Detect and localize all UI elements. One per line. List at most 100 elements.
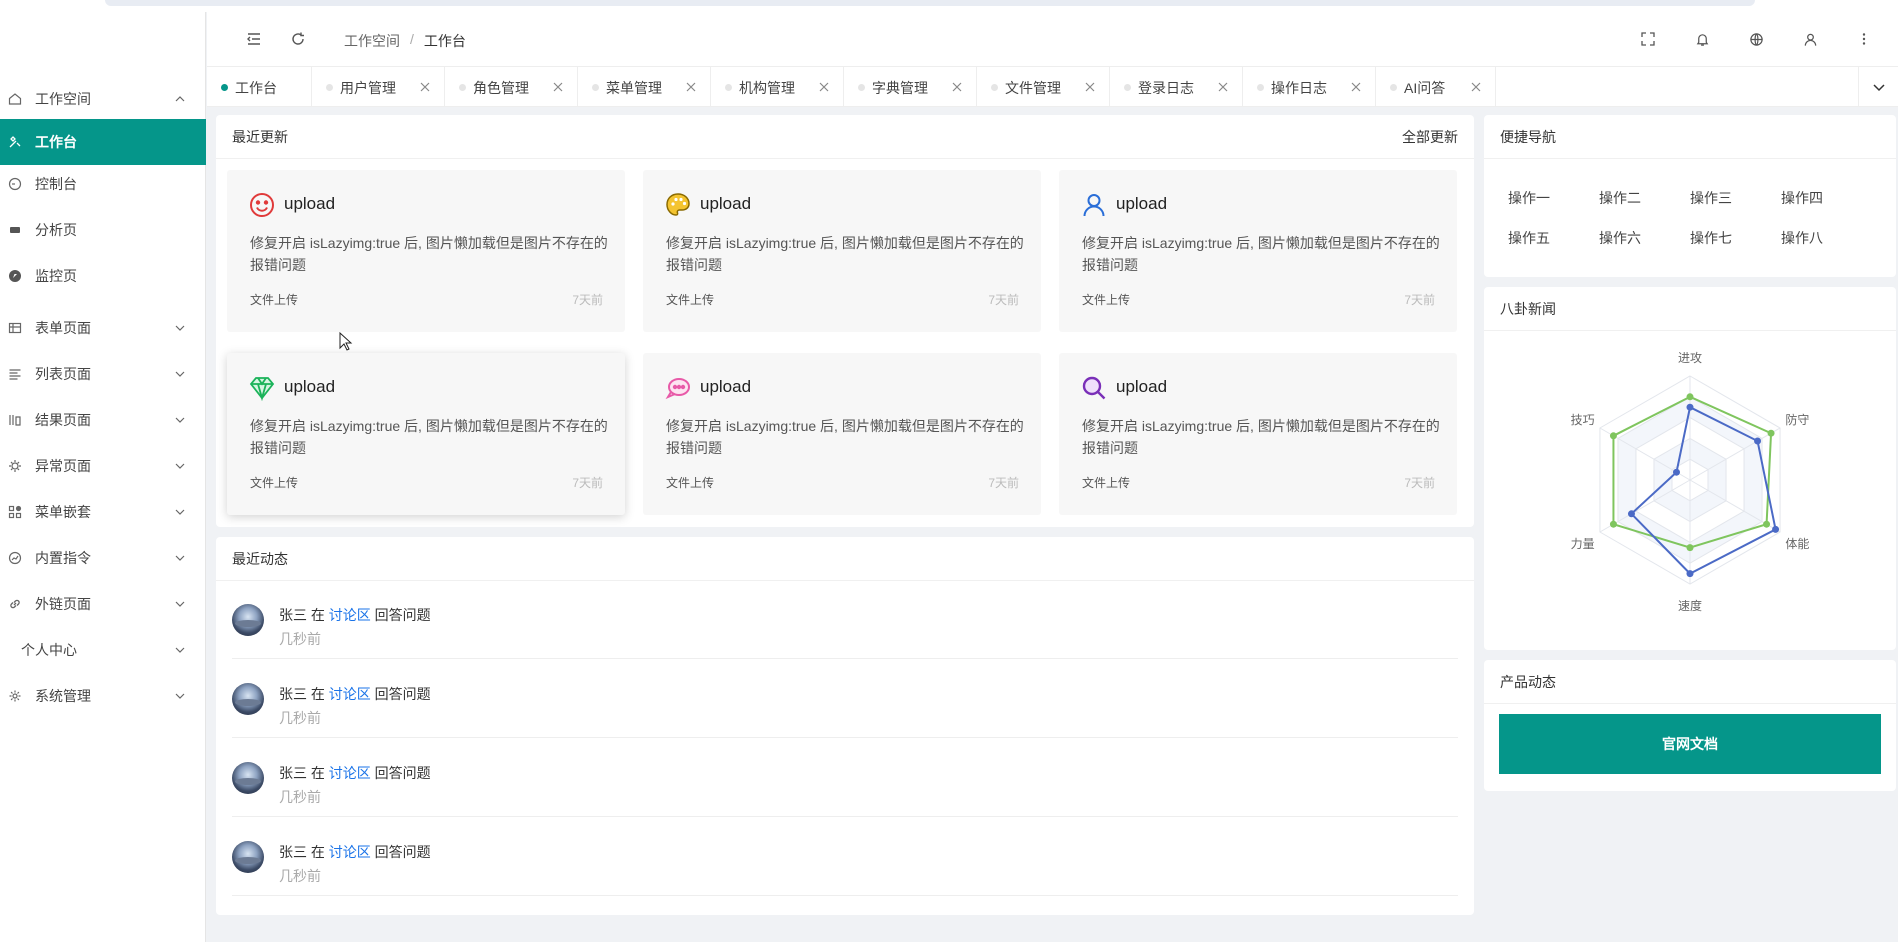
- update-card[interactable]: upload 修复开启 isLazyimg:true 后, 图片懒加载但是图片不存…: [1059, 170, 1457, 332]
- tab-6[interactable]: 文件管理: [977, 67, 1110, 107]
- radar-indicator-label: 力量: [1570, 537, 1595, 551]
- update-card[interactable]: upload 修复开启 isLazyimg:true 后, 图片懒加载但是图片不存…: [227, 170, 625, 332]
- sidebar-item-0[interactable]: 工作空间: [0, 80, 206, 118]
- update-title: upload: [284, 194, 336, 213]
- globe-icon[interactable]: [1744, 27, 1768, 51]
- close-icon[interactable]: [1350, 80, 1362, 92]
- sidebar-item-10[interactable]: 内置指令: [0, 539, 206, 577]
- activity-item: 张三 在 讨论区 回答问题 几秒前: [232, 817, 1458, 896]
- update-title: upload: [284, 377, 336, 396]
- tab-status-dot: [1390, 84, 1397, 91]
- close-icon[interactable]: [1470, 80, 1482, 92]
- radar-series-0-point: [1609, 520, 1617, 528]
- tab-status-dot: [592, 84, 599, 91]
- settings-icon: [8, 689, 22, 703]
- sidebar-item-7[interactable]: 结果页面: [0, 401, 206, 439]
- close-icon[interactable]: [818, 80, 830, 92]
- menu-fold-icon[interactable]: [242, 27, 266, 51]
- sidebar-item-1[interactable]: 工作台: [0, 119, 206, 165]
- diamond-icon: [249, 375, 275, 402]
- chevron-down-icon: [174, 414, 186, 426]
- discussion-link[interactable]: 讨论区: [329, 844, 371, 860]
- sidebar-item-2[interactable]: 控制台: [0, 165, 206, 203]
- sidebar-item-4[interactable]: 监控页: [0, 257, 206, 295]
- update-group: 文件上传: [666, 293, 715, 307]
- tab-4[interactable]: 机构管理: [711, 67, 844, 107]
- quick-nav-item[interactable]: 操作一: [1508, 188, 1550, 208]
- form-icon: [8, 321, 22, 335]
- card-divider: [1484, 703, 1896, 704]
- tab-8[interactable]: 操作日志: [1243, 67, 1376, 107]
- sidebar-item-6[interactable]: 列表页面: [0, 355, 206, 393]
- update-time: 7天前: [572, 293, 603, 307]
- user-profile-icon[interactable]: [1798, 27, 1822, 51]
- sidebar-item-3[interactable]: 分析页: [0, 211, 206, 249]
- quick-nav-item[interactable]: 操作六: [1599, 228, 1641, 248]
- bell-icon[interactable]: [1690, 27, 1714, 51]
- discussion-link[interactable]: 讨论区: [329, 607, 371, 623]
- activity-time: 几秒前: [279, 868, 321, 884]
- external-link-icon: [8, 597, 22, 611]
- avatar: [232, 604, 264, 636]
- sidebar-item-13[interactable]: 系统管理: [0, 677, 206, 715]
- update-time: 7天前: [988, 476, 1019, 490]
- close-icon[interactable]: [419, 80, 431, 92]
- radar-indicator-label: 技巧: [1570, 413, 1595, 427]
- sidebar-item-9[interactable]: 菜单嵌套: [0, 493, 206, 531]
- sidebar-item-12[interactable]: 个人中心: [0, 631, 206, 669]
- close-icon[interactable]: [552, 80, 564, 92]
- close-icon[interactable]: [685, 80, 697, 92]
- refresh-icon[interactable]: [286, 27, 310, 51]
- update-title: upload: [700, 377, 752, 396]
- activity-text: 张三 在 讨论区 回答问题: [279, 763, 431, 783]
- discussion-link[interactable]: 讨论区: [329, 686, 371, 702]
- quick-nav-item[interactable]: 操作八: [1781, 228, 1823, 248]
- chevron-down-icon: [174, 506, 186, 518]
- all-updates-link[interactable]: 全部更新: [1402, 127, 1458, 147]
- avatar: [232, 841, 264, 873]
- product-news-card: 产品动态 官网文档: [1484, 660, 1896, 791]
- chevron-down-icon: [174, 460, 186, 472]
- tab-dropdown-icon[interactable]: [1858, 67, 1898, 107]
- close-icon[interactable]: [1084, 80, 1096, 92]
- radar-indicator-label: 防守: [1785, 413, 1810, 427]
- sidebar-item-11[interactable]: 外链页面: [0, 585, 206, 623]
- tab-3[interactable]: 菜单管理: [578, 67, 711, 107]
- tab-7[interactable]: 登录日志: [1110, 67, 1243, 107]
- close-icon[interactable]: [951, 80, 963, 92]
- more-vertical-icon[interactable]: [1852, 27, 1876, 51]
- quick-nav-item[interactable]: 操作四: [1781, 188, 1823, 208]
- update-card[interactable]: upload 修复开启 isLazyimg:true 后, 图片懒加载但是图片不存…: [643, 353, 1041, 515]
- update-group: 文件上传: [666, 476, 715, 490]
- breadcrumb-item-workspace[interactable]: 工作空间: [344, 31, 400, 51]
- tab-2[interactable]: 角色管理: [445, 67, 578, 107]
- quick-nav-item[interactable]: 操作三: [1690, 188, 1732, 208]
- quick-nav-card: 便捷导航 操作一 操作二 操作三 操作四 操作五 操作六 操作七 操作八: [1484, 115, 1896, 277]
- update-card[interactable]: upload 修复开启 isLazyimg:true 后, 图片懒加载但是图片不存…: [227, 353, 625, 515]
- tab-0[interactable]: 工作台: [207, 67, 312, 107]
- recent-updates-card: 最近更新 全部更新 upload 修复开启 isLazyimg:true 后, 图…: [216, 115, 1474, 527]
- official-docs-button[interactable]: 官网文档: [1499, 714, 1881, 774]
- exception-icon: [8, 459, 22, 473]
- close-icon[interactable]: [1217, 80, 1229, 92]
- activity-action: 回答问题: [374, 765, 431, 781]
- quick-nav-item[interactable]: 操作七: [1690, 228, 1732, 248]
- tab-9[interactable]: AI问答: [1376, 67, 1496, 107]
- workbench-icon: [8, 135, 22, 149]
- tab-label: 菜单管理: [606, 80, 662, 96]
- activity-preposition: 在: [310, 686, 325, 702]
- tab-status-dot: [1124, 84, 1131, 91]
- update-card[interactable]: upload 修复开启 isLazyimg:true 后, 图片懒加载但是图片不存…: [1059, 353, 1457, 515]
- sidebar-item-8[interactable]: 异常页面: [0, 447, 206, 485]
- tab-5[interactable]: 字典管理: [844, 67, 977, 107]
- tab-1[interactable]: 用户管理: [312, 67, 445, 107]
- gossip-news-card: 八卦新闻 进攻 防守 体能 速度 力量 技巧: [1484, 287, 1896, 650]
- quick-nav-item[interactable]: 操作五: [1508, 228, 1550, 248]
- sidebar-item-5[interactable]: 表单页面: [0, 309, 206, 347]
- update-card[interactable]: upload 修复开启 isLazyimg:true 后, 图片懒加载但是图片不存…: [643, 170, 1041, 332]
- discussion-link[interactable]: 讨论区: [329, 765, 371, 781]
- quick-nav-item[interactable]: 操作二: [1599, 188, 1641, 208]
- radar-series-1-point: [1672, 468, 1680, 476]
- fullscreen-icon[interactable]: [1636, 27, 1660, 51]
- tab-label: 字典管理: [872, 80, 928, 96]
